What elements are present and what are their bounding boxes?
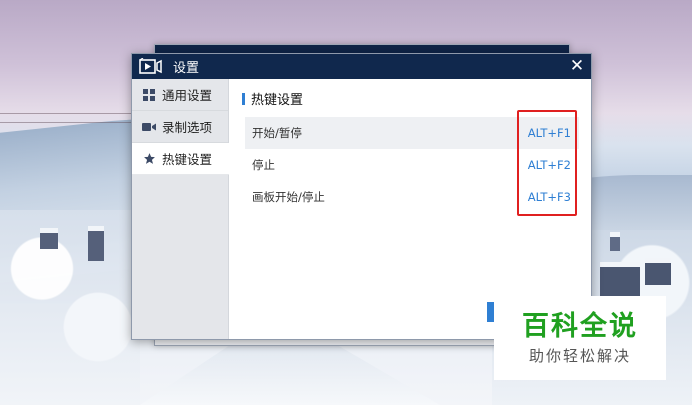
annotation-highlight-box (517, 110, 577, 216)
house (600, 262, 640, 297)
grid-icon (142, 88, 156, 102)
sidebar-item-label: 录制选项 (162, 120, 213, 135)
hotkey-label: 停止 (252, 158, 275, 172)
star-icon (142, 152, 156, 166)
house (645, 258, 671, 285)
house (88, 226, 104, 261)
watermark-sub-text: 助你轻松解决 (528, 347, 631, 365)
hotkey-label: 画板开始/停止 (252, 190, 325, 204)
house (40, 228, 58, 249)
dialog-titlebar[interactable]: 设置 ✕ (132, 54, 591, 79)
sidebar-item-hotkeys[interactable]: 热键设置 (132, 143, 229, 175)
video-recorder-logo-icon (139, 58, 163, 75)
settings-sidebar: 通用设置 录制选项 热键设置 (132, 79, 229, 339)
video-camera-icon (142, 120, 156, 134)
sidebar-item-recording[interactable]: 录制选项 (132, 111, 228, 143)
sidebar-item-label: 热键设置 (162, 152, 213, 167)
desktop-background: 设置 ✕ 通用设置 录制选项 热键设置 热键设置 开始/暂停 ALT+F1 停止… (0, 0, 692, 405)
watermark: 百科全说 助你轻松解决 (494, 296, 666, 380)
dialog-title: 设置 (173, 61, 200, 76)
watermark-main-text: 百科全说 (522, 311, 638, 342)
hotkey-label: 开始/暂停 (252, 126, 302, 140)
sidebar-item-general[interactable]: 通用设置 (132, 79, 228, 111)
house (610, 232, 620, 251)
sidebar-item-label: 通用设置 (162, 88, 213, 103)
section-header: 热键设置 (242, 89, 303, 108)
section-title: 热键设置 (251, 93, 304, 108)
fence (0, 113, 135, 123)
snowy-trees-left (0, 210, 140, 405)
section-accent-bar (242, 92, 245, 105)
close-button[interactable]: ✕ (568, 57, 586, 75)
